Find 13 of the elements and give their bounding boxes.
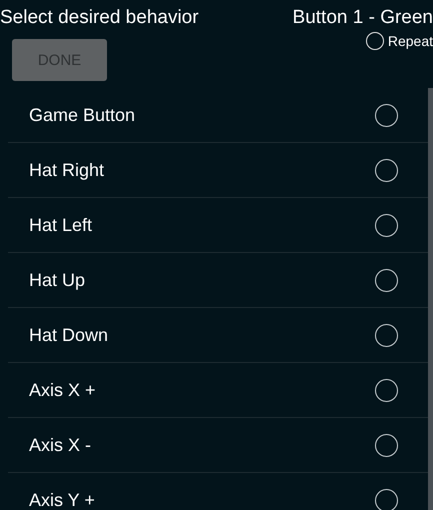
- radio-button[interactable]: [375, 268, 398, 292]
- button-name: Button 1 - Green: [292, 6, 433, 30]
- radio-button[interactable]: [375, 104, 398, 126]
- repeat-radio[interactable]: [366, 32, 384, 50]
- radio-button[interactable]: [375, 434, 398, 456]
- radio-button[interactable]: [375, 324, 398, 346]
- radio-button[interactable]: [375, 488, 398, 510]
- radio-button[interactable]: [375, 378, 398, 402]
- radio-button[interactable]: [375, 158, 398, 182]
- screen-title: Select desired behavior: [0, 6, 199, 30]
- repeat-label: Repeat: [388, 33, 433, 49]
- scrollbar[interactable]: [428, 88, 433, 510]
- radio-button[interactable]: [375, 214, 398, 236]
